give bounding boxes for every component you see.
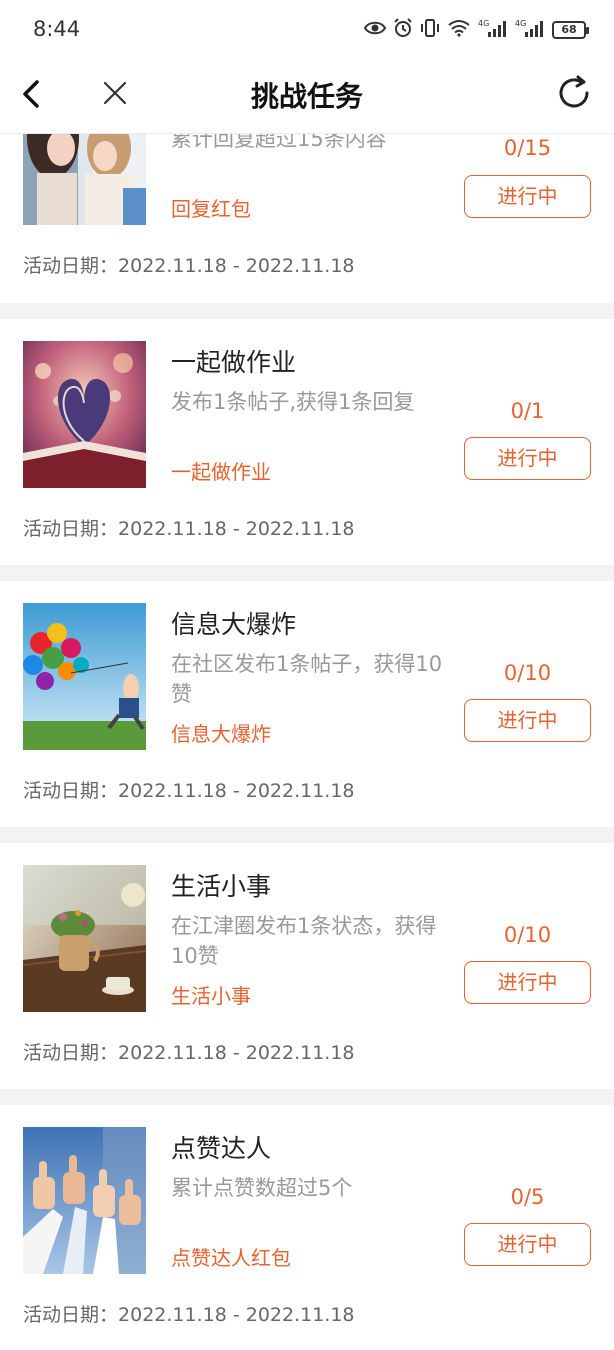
task-reward: 生活小事 <box>171 984 251 1008</box>
task-progress: 0/10 <box>503 661 552 685</box>
eye-icon <box>363 20 387 40</box>
date-label: 活动日期： <box>23 518 119 540</box>
task-reward: 一起做作业 <box>171 460 271 484</box>
task-reward: 回复红包 <box>171 197 251 221</box>
task-title: 信息大爆炸 <box>171 610 297 639</box>
alarm-icon <box>393 18 413 42</box>
task-title: 点赞达人 <box>171 1134 272 1163</box>
task-progress: 0/5 <box>510 1185 545 1209</box>
card-separator <box>0 303 614 319</box>
status-button[interactable]: 进行中 <box>464 961 591 1004</box>
activity-date: 活动日期：2022.11.18 - 2022.11.18 <box>23 776 355 803</box>
task-image-balloons <box>23 603 146 750</box>
refresh-icon[interactable] <box>554 73 594 113</box>
navigation-bar: 挑战任务 <box>0 62 614 134</box>
task-reward: 信息大爆炸 <box>171 722 271 746</box>
status-time: 8:44 <box>33 17 81 41</box>
activity-date: 活动日期：2022.11.18 - 2022.11.18 <box>23 1300 355 1327</box>
signal-4g-icon: 4G <box>478 18 508 42</box>
task-image-heart-book <box>23 341 146 488</box>
status-icons: 4G 4G 68 <box>363 18 589 42</box>
task-title: 生活小事 <box>171 872 272 901</box>
task-card[interactable]: 点赞达人 累计点赞数超过5个 点赞达人红包 0/5 进行中 活动日期：2022.… <box>0 1105 614 1350</box>
card-separator <box>0 827 614 843</box>
date-range: 2022.11.18 - 2022.11.18 <box>118 780 355 802</box>
card-separator <box>0 1089 614 1105</box>
vibrate-icon <box>420 18 440 42</box>
task-description: 发布1条帖子,获得1条回复 <box>171 390 415 414</box>
signal-4g-icon: 4G <box>515 18 545 42</box>
battery-icon: 68 <box>552 21 589 39</box>
status-bar: 8:44 4G 4G 68 <box>0 0 614 62</box>
task-card[interactable]: 一起做作业 发布1条帖子,获得1条回复 一起做作业 0/1 进行中 活动日期：2… <box>0 319 614 567</box>
task-progress: 0/10 <box>503 923 552 947</box>
date-range: 2022.11.18 - 2022.11.18 <box>118 255 355 277</box>
task-card[interactable]: 信息大爆炸 在社区发布1条帖子，获得10赞 信息大爆炸 0/10 进行中 活动日… <box>0 581 614 829</box>
date-range: 2022.11.18 - 2022.11.18 <box>118 1042 355 1064</box>
date-range: 2022.11.18 - 2022.11.18 <box>118 1304 355 1326</box>
date-label: 活动日期： <box>23 1042 119 1064</box>
task-reward: 点赞达人红包 <box>171 1246 291 1270</box>
page-title: 挑战任务 <box>250 80 363 113</box>
task-progress: 0/1 <box>510 399 545 423</box>
date-range: 2022.11.18 - 2022.11.18 <box>118 518 355 540</box>
date-label: 活动日期： <box>23 1304 119 1326</box>
task-image-thumbs-up <box>23 1127 146 1274</box>
task-title: 一起做作业 <box>171 348 297 377</box>
date-label: 活动日期： <box>23 780 119 802</box>
svg-text:4G: 4G <box>515 19 526 28</box>
task-description: 在江津圈发布1条状态，获得10赞 <box>171 914 437 968</box>
task-image-teapot <box>23 865 146 1012</box>
task-description: 累计点赞数超过5个 <box>171 1176 353 1200</box>
activity-date: 活动日期：2022.11.18 - 2022.11.18 <box>23 1038 355 1065</box>
status-button[interactable]: 进行中 <box>464 699 591 742</box>
task-list[interactable]: 累计回复超过15条内容 回复红包 0/15 进行中 活动日期：2022.11.1… <box>0 0 614 1350</box>
status-button[interactable]: 进行中 <box>464 437 591 480</box>
wifi-icon <box>447 19 471 41</box>
activity-date: 活动日期：2022.11.18 - 2022.11.18 <box>23 514 355 541</box>
svg-text:4G: 4G <box>478 19 489 28</box>
task-card[interactable]: 生活小事 在江津圈发布1条状态，获得10赞 生活小事 0/10 进行中 活动日期… <box>0 843 614 1091</box>
task-description: 在社区发布1条帖子，获得10赞 <box>171 652 443 706</box>
activity-date: 活动日期：2022.11.18 - 2022.11.18 <box>23 251 355 278</box>
status-button[interactable]: 进行中 <box>464 1223 591 1266</box>
task-progress: 0/15 <box>503 136 552 160</box>
card-separator <box>0 565 614 581</box>
date-label: 活动日期： <box>23 255 119 277</box>
status-button[interactable]: 进行中 <box>464 175 591 218</box>
